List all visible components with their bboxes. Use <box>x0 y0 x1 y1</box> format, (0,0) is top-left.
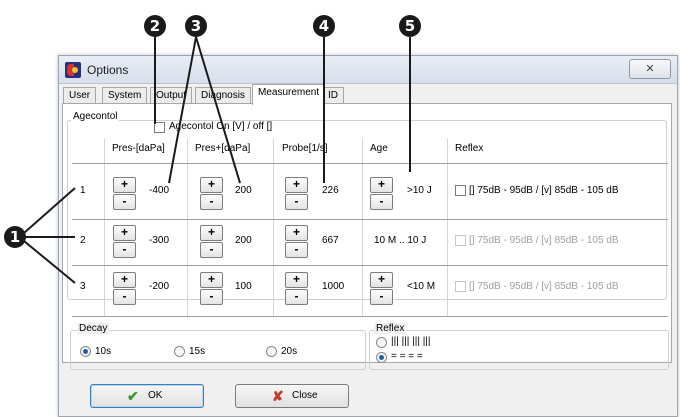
decay-option-10s: 10s <box>95 346 112 357</box>
age-value: 10 M .. 10 J <box>374 235 427 246</box>
pres-plus-minus-button[interactable]: - <box>200 242 223 258</box>
window-close-button[interactable]: ✕ <box>629 59 671 79</box>
pres-minus-value: -300 <box>149 235 170 246</box>
title-bar[interactable]: Options ✕ <box>59 56 677 84</box>
reflex-radio-lines[interactable] <box>376 352 387 363</box>
pres-minus-value: -200 <box>149 281 170 292</box>
header-probe: Probe[1/s] <box>282 143 328 154</box>
decay-group <box>70 330 366 370</box>
pres-plus-plus-button[interactable]: + <box>200 225 223 241</box>
decay-option-20s: 20s <box>281 346 298 357</box>
header-age: Age <box>370 143 388 154</box>
ok-button-label: OK <box>148 390 163 401</box>
callout-3: 3 <box>185 15 207 37</box>
age-plus-button[interactable]: + <box>370 272 393 288</box>
probe-plus-button[interactable]: + <box>285 225 308 241</box>
pres-plus-value: 200 <box>235 185 252 196</box>
agecontrol-checkbox[interactable] <box>154 122 165 133</box>
decay-radio-10s[interactable] <box>80 346 91 357</box>
age-minus-button[interactable]: - <box>370 194 393 210</box>
reflex-option-bars: ||| ||| ||| ||| <box>391 336 431 347</box>
reflex-label: [] 75dB - 95dB / [v] 85dB - 105 dB <box>469 235 619 246</box>
row-number: 3 <box>80 281 86 292</box>
pres-minus-minus-button[interactable]: - <box>113 289 136 305</box>
row-number: 2 <box>80 235 86 246</box>
decay-option-15s: 15s <box>189 346 206 357</box>
pres-plus-value: 200 <box>235 235 252 246</box>
row-divider <box>72 316 668 317</box>
callout-1: 1 <box>4 226 26 248</box>
tab-diagnosis[interactable]: Diagnosis <box>195 87 251 104</box>
app-icon <box>65 62 81 78</box>
tab-id[interactable]: ID <box>322 87 344 104</box>
col-divider <box>273 139 274 316</box>
pres-plus-plus-button[interactable]: + <box>200 177 223 193</box>
age-value: >10 J <box>407 185 432 196</box>
pres-plus-value: 100 <box>235 281 252 292</box>
col-divider <box>447 139 448 316</box>
reflex-checkbox[interactable] <box>455 281 466 292</box>
col-divider <box>187 139 188 316</box>
decay-group-label: Decay <box>77 323 110 334</box>
pres-plus-minus-button[interactable]: - <box>200 194 223 210</box>
agecontrol-checkbox-label: Agecontol On [V] / off [] <box>169 121 273 132</box>
probe-value: 667 <box>322 235 339 246</box>
pres-minus-minus-button[interactable]: - <box>113 194 136 210</box>
tab-system[interactable]: System <box>102 87 148 104</box>
header-reflex: Reflex <box>455 143 484 154</box>
age-minus-button[interactable]: - <box>370 289 393 305</box>
probe-minus-button[interactable]: - <box>285 289 308 305</box>
reflex-radio-bars[interactable] <box>376 337 387 348</box>
reflex-label: [] 75dB - 95dB / [v] 85dB - 105 dB <box>469 185 619 196</box>
decay-radio-15s[interactable] <box>174 346 185 357</box>
age-value: <10 M <box>407 281 436 292</box>
close-button-label: Close <box>292 390 318 401</box>
reflex-checkbox[interactable] <box>455 235 466 246</box>
pres-minus-value: -400 <box>149 185 170 196</box>
tab-user[interactable]: User <box>63 87 97 104</box>
pres-minus-minus-button[interactable]: - <box>113 242 136 258</box>
reflex-label: [] 75dB - 95dB / [v] 85dB - 105 dB <box>469 281 619 292</box>
agecontrol-group-label: Agecontol <box>71 111 120 122</box>
callout-5: 5 <box>399 15 421 37</box>
x-icon: ✘ <box>272 388 284 404</box>
decay-radio-20s[interactable] <box>266 346 277 357</box>
row-divider <box>72 265 668 266</box>
probe-minus-button[interactable]: - <box>285 194 308 210</box>
ok-button[interactable]: ✔ OK <box>90 384 204 408</box>
check-icon: ✔ <box>127 388 139 404</box>
col-divider <box>362 139 363 316</box>
reflex-option-lines: = = = = <box>391 351 423 362</box>
tab-output[interactable]: Output <box>150 87 193 104</box>
measurement-panel: Agecontol Agecontol On [V] / off [] <box>62 103 672 363</box>
callout-4: 4 <box>313 15 335 37</box>
pres-minus-plus-button[interactable]: + <box>113 225 136 241</box>
age-plus-button[interactable]: + <box>370 177 393 193</box>
close-button[interactable]: ✘ Close <box>235 384 349 408</box>
callout-2: 2 <box>144 15 166 37</box>
probe-minus-button[interactable]: - <box>285 242 308 258</box>
reflex-group-label: Reflex <box>374 323 407 334</box>
close-icon: ✕ <box>645 63 655 75</box>
row-number: 1 <box>80 185 86 196</box>
window-title: Options <box>87 63 129 77</box>
probe-value: 1000 <box>322 281 345 292</box>
reflex-checkbox[interactable] <box>455 185 466 196</box>
row-divider <box>72 163 668 164</box>
pres-minus-plus-button[interactable]: + <box>113 177 136 193</box>
pres-minus-plus-button[interactable]: + <box>113 272 136 288</box>
col-divider <box>104 139 105 316</box>
pres-plus-plus-button[interactable]: + <box>200 272 223 288</box>
pres-plus-minus-button[interactable]: - <box>200 289 223 305</box>
probe-plus-button[interactable]: + <box>285 272 308 288</box>
probe-plus-button[interactable]: + <box>285 177 308 193</box>
header-pres-plus: Pres+[daPa] <box>195 143 251 154</box>
header-pres-minus: Pres-[daPa] <box>112 143 165 154</box>
probe-value: 226 <box>322 185 339 196</box>
tab-measurement[interactable]: Measurement <box>252 84 326 105</box>
row-divider <box>72 219 668 220</box>
